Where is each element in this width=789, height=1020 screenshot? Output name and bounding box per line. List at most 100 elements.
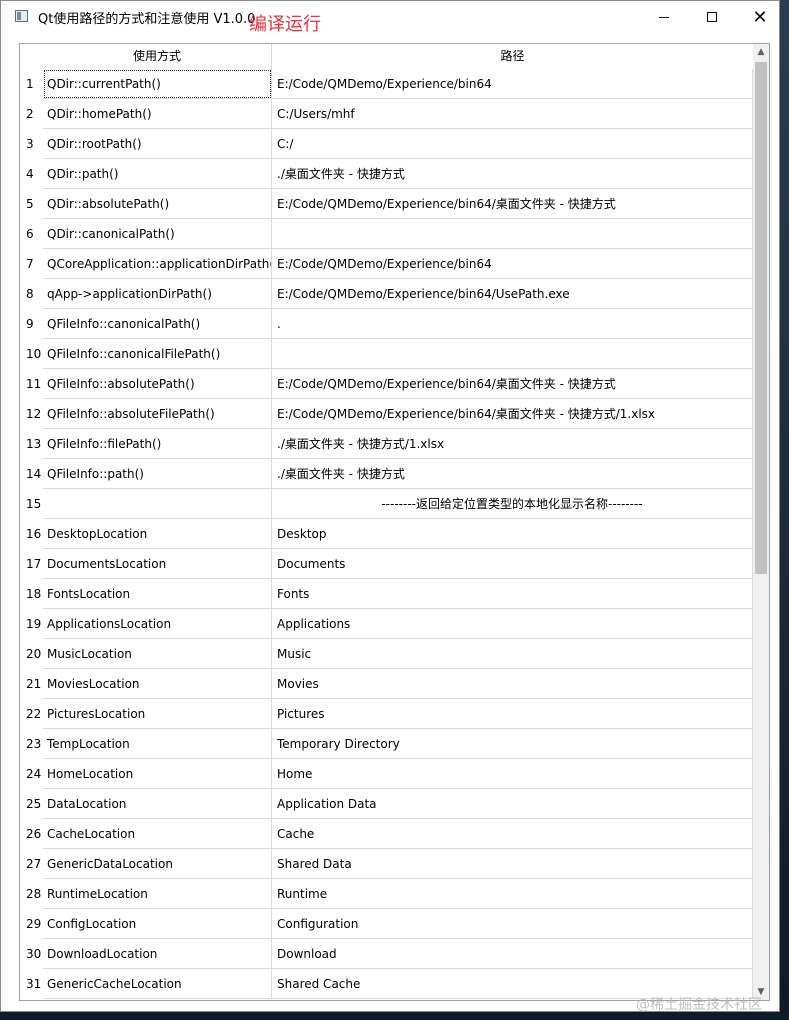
row-number[interactable]: 18 — [20, 579, 43, 609]
table-row[interactable]: 26 CacheLocation Cache — [20, 819, 753, 849]
row-number[interactable]: 19 — [20, 609, 43, 639]
table-row[interactable]: 15 --------返回给定位置类型的本地化显示名称-------- — [20, 489, 753, 519]
method-cell[interactable]: HomeLocation — [43, 759, 272, 789]
table-row[interactable]: 27 GenericDataLocation Shared Data — [20, 849, 753, 879]
method-cell[interactable] — [43, 489, 272, 519]
path-cell[interactable]: ./桌面文件夹 - 快捷方式 — [272, 459, 753, 489]
path-cell[interactable]: Movies — [272, 669, 753, 699]
method-cell[interactable]: MoviesLocation — [43, 669, 272, 699]
path-cell[interactable]: ./桌面文件夹 - 快捷方式 — [272, 159, 753, 189]
path-cell[interactable] — [272, 219, 753, 249]
table-row[interactable]: 13 QFileInfo::filePath() ./桌面文件夹 - 快捷方式/1.… — [20, 429, 753, 459]
row-number[interactable]: 6 — [20, 219, 43, 249]
table-row[interactable]: 20 MusicLocation Music — [20, 639, 753, 669]
table-row[interactable]: 7 QCoreApplication::applicationDirPath() E… — [20, 249, 753, 279]
path-cell[interactable]: Applications — [272, 609, 753, 639]
method-cell[interactable]: QDir::homePath() — [43, 99, 272, 129]
method-cell[interactable]: MusicLocation — [43, 639, 272, 669]
scroll-up-icon[interactable]: ▲ — [753, 44, 769, 60]
table-row[interactable]: 22 PicturesLocation Pictures — [20, 699, 753, 729]
method-cell[interactable]: QFileInfo::filePath() — [43, 429, 272, 459]
row-number[interactable]: 3 — [20, 129, 43, 159]
table-row[interactable]: 25 DataLocation Application Data — [20, 789, 753, 819]
table-row[interactable]: 19 ApplicationsLocation Applications — [20, 609, 753, 639]
method-cell[interactable]: QFileInfo::path() — [43, 459, 272, 489]
close-button[interactable]: ✕ — [737, 1, 783, 33]
path-cell[interactable]: Fonts — [272, 579, 753, 609]
method-cell[interactable]: GenericDataLocation — [43, 849, 272, 879]
path-cell[interactable]: Runtime — [272, 879, 753, 909]
method-cell[interactable]: DesktopLocation — [43, 519, 272, 549]
path-table[interactable]: 使用方式 路径 1 QDir::currentPath() E:/Code/QMDe… — [19, 43, 770, 1001]
path-cell[interactable]: Temporary Directory — [272, 729, 753, 759]
method-cell[interactable]: QCoreApplication::applicationDirPath() — [43, 249, 272, 279]
table-row[interactable]: 9 QFileInfo::canonicalPath(). — [20, 309, 753, 339]
method-cell[interactable]: DataLocation — [43, 789, 272, 819]
row-number[interactable]: 29 — [20, 909, 43, 939]
method-cell[interactable]: RuntimeLocation — [43, 879, 272, 909]
table-row[interactable]: 21 MoviesLocation Movies — [20, 669, 753, 699]
method-cell[interactable]: TempLocation — [43, 729, 272, 759]
table-row[interactable]: 28 RuntimeLocation Runtime — [20, 879, 753, 909]
table-row[interactable]: 8 qApp->applicationDirPath() E:/Code/QMDem… — [20, 279, 753, 309]
table-row[interactable]: 30 DownloadLocation Download — [20, 939, 753, 969]
method-cell[interactable]: QDir::canonicalPath() — [43, 219, 272, 249]
row-number[interactable]: 14 — [20, 459, 43, 489]
row-number[interactable]: 24 — [20, 759, 43, 789]
table-row[interactable]: 5 QDir::absolutePath() E:/Code/QMDemo/Expe… — [20, 189, 753, 219]
row-number[interactable]: 26 — [20, 819, 43, 849]
method-cell[interactable]: QFileInfo::absoluteFilePath() — [43, 399, 272, 429]
table-row[interactable]: 4 QDir::path() ./桌面文件夹 - 快捷方式 — [20, 159, 753, 189]
path-cell[interactable]: C:/Users/mhf — [272, 99, 753, 129]
method-cell[interactable]: QDir::absolutePath() — [43, 189, 272, 219]
method-cell[interactable]: GenericCacheLocation — [43, 969, 272, 999]
row-number[interactable]: 8 — [20, 279, 43, 309]
maximize-button[interactable] — [689, 1, 735, 33]
table-row[interactable]: 23 TempLocation Temporary Directory — [20, 729, 753, 759]
row-number[interactable]: 7 — [20, 249, 43, 279]
vertical-scrollbar[interactable]: ▲ ▼ — [753, 44, 769, 1000]
method-cell[interactable]: ConfigLocation — [43, 909, 272, 939]
row-number[interactable]: 16 — [20, 519, 43, 549]
scroll-thumb[interactable] — [755, 62, 767, 574]
table-row[interactable]: 2 QDir::homePath() C:/Users/mhf — [20, 99, 753, 129]
row-number[interactable]: 10 — [20, 339, 43, 369]
table-row[interactable]: 3 QDir::rootPath() C:/ — [20, 129, 753, 159]
table-row[interactable]: 29 ConfigLocation Configuration — [20, 909, 753, 939]
path-cell[interactable]: Pictures — [272, 699, 753, 729]
path-cell[interactable]: ./桌面文件夹 - 快捷方式/1.xlsx — [272, 429, 753, 459]
row-number[interactable]: 11 — [20, 369, 43, 399]
path-cell[interactable]: Desktop — [272, 519, 753, 549]
row-number[interactable]: 17 — [20, 549, 43, 579]
row-number[interactable]: 1 — [20, 69, 43, 99]
method-cell[interactable]: ApplicationsLocation — [43, 609, 272, 639]
path-cell[interactable]: Documents — [272, 549, 753, 579]
path-cell[interactable]: E:/Code/QMDemo/Experience/bin64/UsePath.… — [272, 279, 753, 309]
row-number[interactable]: 28 — [20, 879, 43, 909]
header-corner[interactable] — [20, 44, 43, 69]
row-number[interactable]: 23 — [20, 729, 43, 759]
row-number[interactable]: 9 — [20, 309, 43, 339]
method-cell[interactable]: qApp->applicationDirPath() — [43, 279, 272, 309]
row-number[interactable]: 4 — [20, 159, 43, 189]
header-path[interactable]: 路径 — [272, 44, 753, 69]
table-row[interactable]: 17 DocumentsLocation Documents — [20, 549, 753, 579]
path-cell[interactable]: Configuration — [272, 909, 753, 939]
row-number[interactable]: 20 — [20, 639, 43, 669]
header-method[interactable]: 使用方式 — [43, 44, 272, 69]
path-cell[interactable]: --------返回给定位置类型的本地化显示名称-------- — [272, 489, 753, 519]
path-cell[interactable]: . — [272, 309, 753, 339]
row-number[interactable]: 12 — [20, 399, 43, 429]
method-cell[interactable]: PicturesLocation — [43, 699, 272, 729]
path-cell[interactable] — [272, 339, 753, 369]
table-row[interactable]: 14 QFileInfo::path() ./桌面文件夹 - 快捷方式 — [20, 459, 753, 489]
path-cell[interactable]: Download — [272, 939, 753, 969]
path-cell[interactable]: E:/Code/QMDemo/Experience/bin64 — [272, 69, 753, 99]
method-cell[interactable]: QDir::path() — [43, 159, 272, 189]
table-row[interactable]: 18 FontsLocation Fonts — [20, 579, 753, 609]
path-cell[interactable]: E:/Code/QMDemo/Experience/bin64/桌面文件夹 - … — [272, 399, 753, 429]
row-number[interactable]: 25 — [20, 789, 43, 819]
method-cell[interactable]: FontsLocation — [43, 579, 272, 609]
path-cell[interactable]: E:/Code/QMDemo/Experience/bin64 — [272, 249, 753, 279]
table-row[interactable]: 24 HomeLocation Home — [20, 759, 753, 789]
